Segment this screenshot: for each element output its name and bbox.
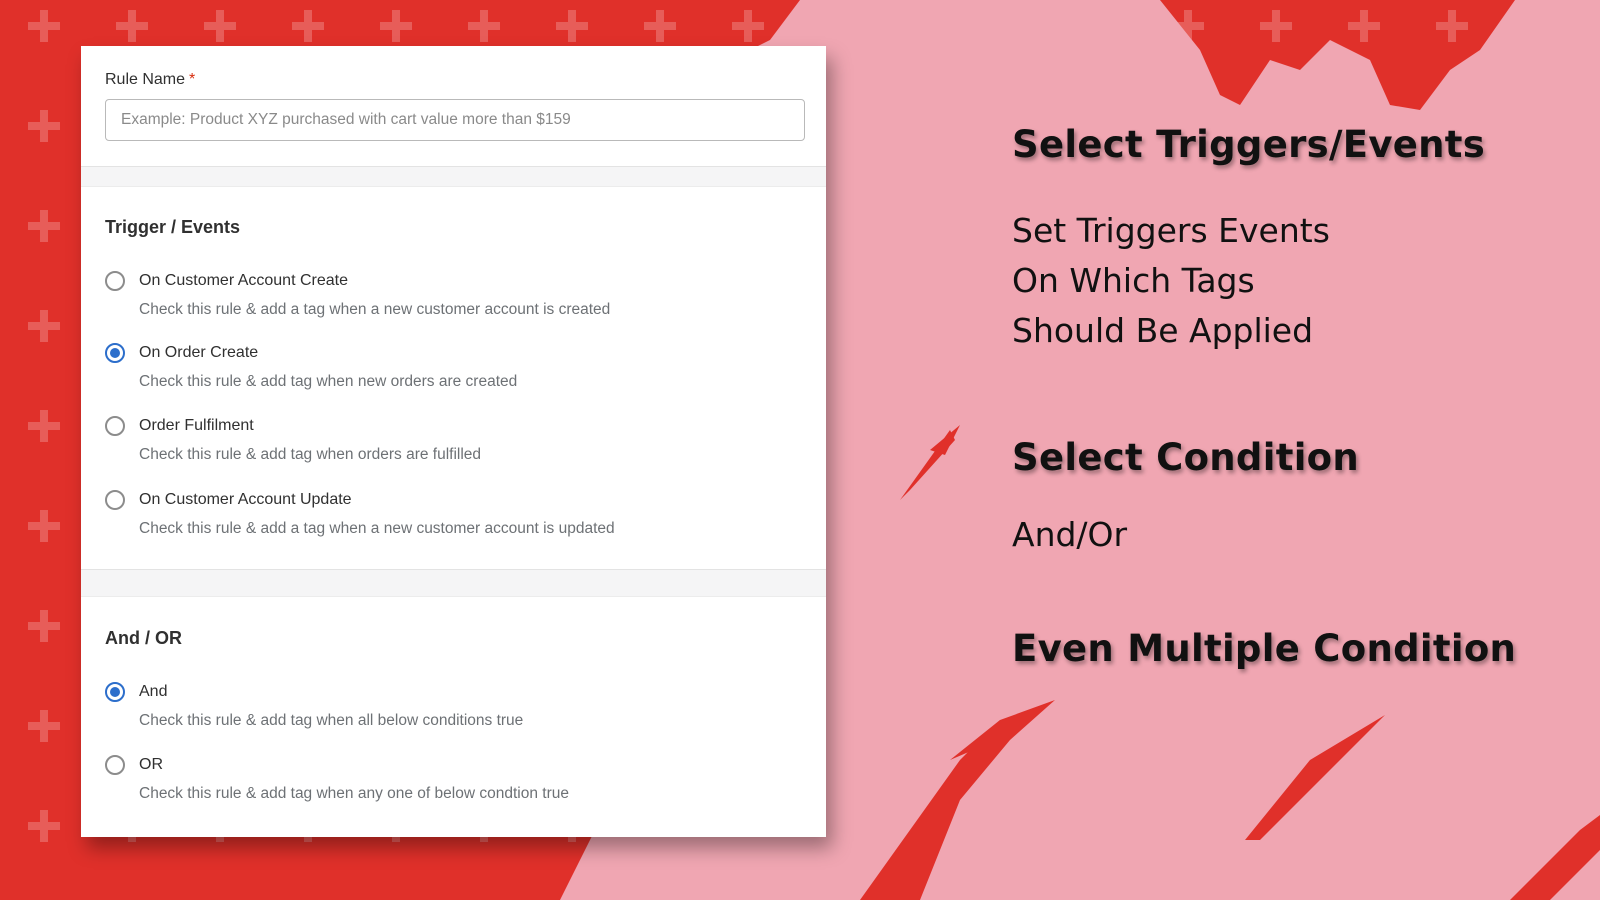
radio-button[interactable] bbox=[105, 682, 125, 702]
option-label: And bbox=[139, 683, 168, 700]
promo-body-line: Should Be Applied bbox=[1012, 311, 1314, 350]
promo-heading-condition: Select Condition bbox=[1012, 436, 1360, 479]
option-help-text: Check this rule & add a tag when a new c… bbox=[139, 301, 611, 318]
option-label: On Customer Account Create bbox=[139, 272, 348, 289]
promo-heading-triggers: Select Triggers/Events bbox=[1012, 123, 1486, 166]
promo-body-line: Set Triggers Events bbox=[1012, 211, 1330, 250]
option-label: On Order Create bbox=[139, 344, 259, 361]
trigger-events-title: Trigger / Events bbox=[105, 217, 241, 237]
option-help-text: Check this rule & add a tag when a new c… bbox=[139, 520, 615, 537]
radio-button[interactable] bbox=[105, 271, 125, 291]
promo-heading-multiple: Even Multiple Condition bbox=[1012, 627, 1517, 670]
rule-form-card: Rule Name* Trigger / Events On Customer … bbox=[81, 46, 826, 837]
option-label: OR bbox=[139, 756, 163, 773]
trigger-option-customer-account-create[interactable]: On Customer Account Create Check this ru… bbox=[105, 271, 795, 327]
option-help-text: Check this rule & add tag when all below… bbox=[139, 712, 524, 729]
trigger-option-order-fulfilment[interactable]: Order Fulfilment Check this rule & add t… bbox=[105, 416, 795, 472]
option-help-text: Check this rule & add tag when orders ar… bbox=[139, 446, 482, 463]
rule-name-label: Rule Name * bbox=[105, 71, 195, 89]
required-marker: * bbox=[189, 71, 196, 88]
rule-name-input[interactable] bbox=[105, 99, 805, 141]
promo-body-condition: And/Or bbox=[1012, 515, 1128, 554]
trigger-events-section: Trigger / Events On Customer Account Cre… bbox=[81, 186, 826, 570]
radio-button[interactable] bbox=[105, 755, 125, 775]
option-label: Order Fulfilment bbox=[139, 417, 254, 434]
promo-body-triggers: Set Triggers Events On Which Tags Should… bbox=[1012, 206, 1330, 356]
option-help-text: Check this rule & add tag when any one o… bbox=[139, 785, 569, 802]
condition-option-or[interactable]: OR Check this rule & add tag when any on… bbox=[105, 755, 795, 811]
option-help-text: Check this rule & add tag when new order… bbox=[139, 373, 518, 390]
and-or-section: And / OR And Check this rule & add tag w… bbox=[81, 596, 826, 837]
trigger-option-order-create[interactable]: On Order Create Check this rule & add ta… bbox=[105, 343, 795, 399]
option-label: On Customer Account Update bbox=[139, 491, 352, 508]
radio-button[interactable] bbox=[105, 490, 125, 510]
radio-button[interactable] bbox=[105, 416, 125, 436]
radio-button[interactable] bbox=[105, 343, 125, 363]
rule-name-section: Rule Name * bbox=[81, 46, 826, 167]
condition-option-and[interactable]: And Check this rule & add tag when all b… bbox=[105, 682, 795, 738]
trigger-option-customer-account-update[interactable]: On Customer Account Update Check this ru… bbox=[105, 490, 795, 546]
rule-name-label-text: Rule Name bbox=[105, 71, 186, 88]
and-or-title: And / OR bbox=[105, 628, 182, 648]
promo-body-line: On Which Tags bbox=[1012, 261, 1255, 300]
